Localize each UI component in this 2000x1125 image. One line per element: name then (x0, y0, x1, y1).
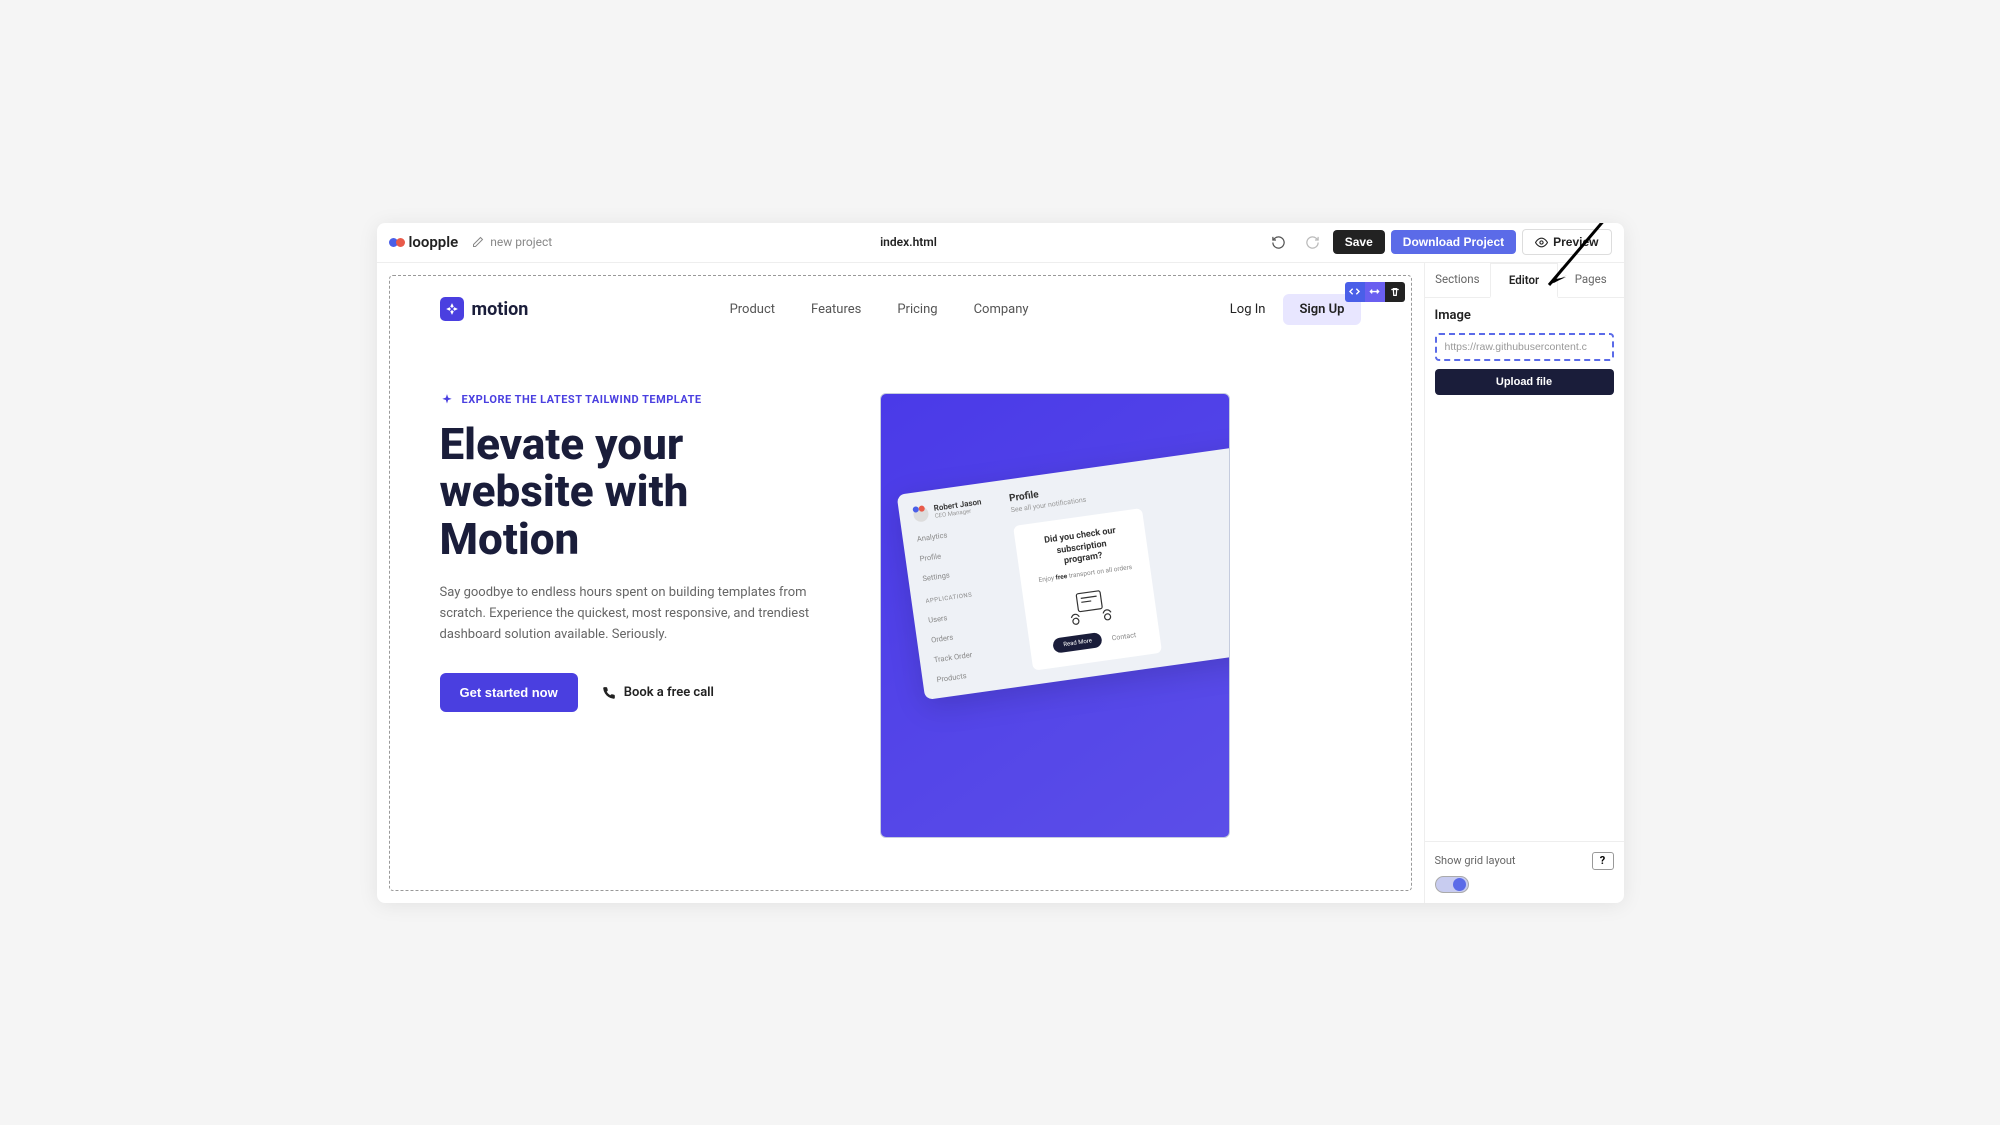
bottom-panel: Show grid layout ? (1425, 841, 1624, 903)
hero-title: Elevate your website with Motion (440, 421, 820, 564)
sparkle-icon (440, 393, 454, 407)
mock-menu-header: APPLICATIONS (925, 586, 1010, 605)
hero-description: Say goodbye to endless hours spent on bu… (440, 583, 820, 645)
hero-section: EXPLORE THE LATEST TAILWIND TEMPLATE Ele… (390, 343, 1411, 838)
image-section-label: Image (1435, 308, 1614, 323)
mock-read-more: Read More (1052, 631, 1102, 653)
nav-company[interactable]: Company (974, 302, 1029, 317)
dashboard-mockup: Robert Jason CEO Manager Analytics Profi… (896, 434, 1229, 700)
mock-promo-card: Did you check our subscription program? … (1013, 508, 1162, 671)
topbar: loopple new project index.html Save Down… (377, 223, 1624, 263)
get-started-button[interactable]: Get started now (440, 673, 578, 712)
preview-label: Preview (1553, 235, 1598, 249)
project-name-text: new project (490, 235, 552, 249)
tab-sections[interactable]: Sections (1425, 263, 1491, 297)
mock-menu-item: Track Order (933, 643, 1018, 664)
tab-pages[interactable]: Pages (1558, 263, 1624, 297)
mock-menu-item: Products (936, 663, 1021, 684)
nav-pricing[interactable]: Pricing (897, 302, 937, 317)
toggle-knob (1453, 878, 1466, 891)
save-button[interactable]: Save (1333, 230, 1385, 254)
eyebrow-text: EXPLORE THE LATEST TAILWIND TEMPLATE (462, 393, 702, 406)
file-name: index.html (566, 235, 1251, 249)
element-toolbar (1345, 282, 1405, 302)
redo-button[interactable] (1299, 228, 1327, 256)
right-sidebar: Sections Editor Pages Image Upload file … (1424, 263, 1624, 903)
code-icon[interactable] (1345, 282, 1365, 302)
login-link[interactable]: Log In (1230, 302, 1266, 317)
hero-actions: Get started now Book a free call (440, 673, 820, 712)
grid-toggle[interactable] (1435, 876, 1469, 893)
download-button[interactable]: Download Project (1391, 230, 1516, 254)
tab-editor[interactable]: Editor (1490, 263, 1558, 298)
hero-content: EXPLORE THE LATEST TAILWIND TEMPLATE Ele… (440, 393, 820, 838)
mock-menu-item: Profile (919, 542, 1004, 563)
canvas-area: motion Product Features Pricing Company … (377, 263, 1424, 903)
hero-image: Robert Jason CEO Manager Analytics Profi… (880, 393, 1361, 838)
mock-menu-item: Orders (930, 623, 1015, 644)
motion-logo-icon (440, 297, 464, 321)
nav-auth: Log In Sign Up (1230, 294, 1361, 325)
phone-icon (602, 686, 616, 700)
sidebar-tabs: Sections Editor Pages (1425, 263, 1624, 298)
nav-features[interactable]: Features (811, 302, 861, 317)
loopple-logo[interactable]: loopple (389, 233, 459, 251)
mock-menu-item: Users (927, 604, 1012, 625)
delete-icon[interactable] (1385, 282, 1405, 302)
preview-button[interactable]: Preview (1522, 229, 1611, 255)
topbar-actions: Save Download Project Preview (1265, 228, 1612, 256)
help-button[interactable]: ? (1592, 852, 1614, 870)
swap-icon[interactable] (1365, 282, 1385, 302)
eye-icon (1535, 236, 1548, 249)
site-nav: motion Product Features Pricing Company … (390, 276, 1411, 343)
brand-text: loopple (409, 233, 459, 251)
mockup-background: Robert Jason CEO Manager Analytics Profi… (880, 393, 1230, 838)
grid-layout-label: Show grid layout (1435, 854, 1516, 867)
image-url-input[interactable] (1435, 333, 1614, 361)
book-call-button[interactable]: Book a free call (602, 685, 714, 700)
logo-dots (389, 238, 405, 247)
book-call-label: Book a free call (624, 685, 714, 700)
undo-button[interactable] (1265, 228, 1293, 256)
site-brand-text: motion (472, 299, 529, 320)
canvas[interactable]: motion Product Features Pricing Company … (389, 275, 1412, 891)
hero-eyebrow: EXPLORE THE LATEST TAILWIND TEMPLATE (440, 393, 820, 407)
nav-product[interactable]: Product (730, 302, 775, 317)
mock-contact: Contact (1111, 630, 1136, 641)
project-name[interactable]: new project (472, 235, 552, 249)
nav-links: Product Features Pricing Company (730, 302, 1029, 317)
mock-menu-item: Analytics (916, 522, 1001, 543)
mock-menu-item: Settings (921, 562, 1006, 583)
site-brand[interactable]: motion (440, 297, 529, 321)
main-area: motion Product Features Pricing Company … (377, 263, 1624, 903)
app-frame: loopple new project index.html Save Down… (377, 223, 1624, 903)
edit-icon (472, 236, 484, 248)
editor-panel: Image Upload file (1425, 298, 1624, 841)
upload-file-button[interactable]: Upload file (1435, 369, 1614, 395)
